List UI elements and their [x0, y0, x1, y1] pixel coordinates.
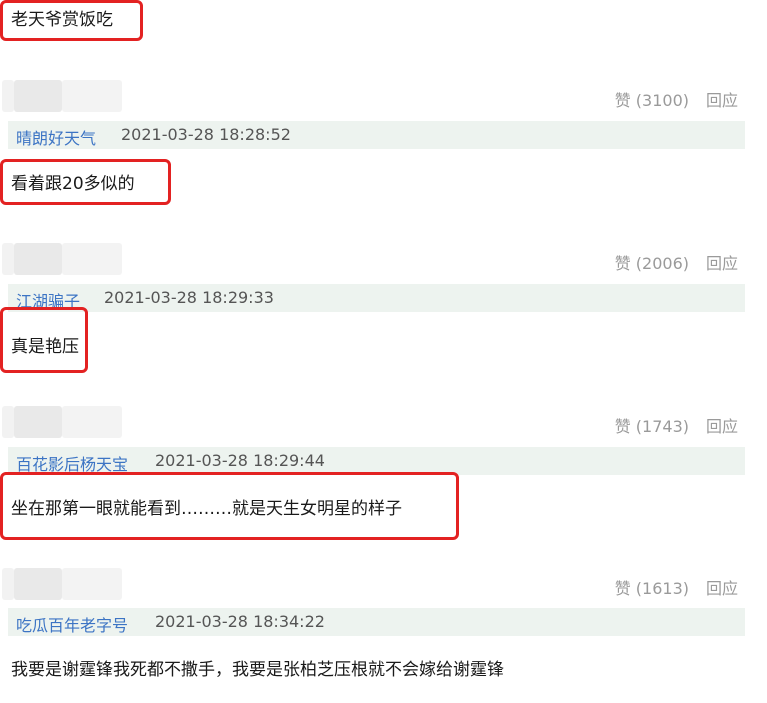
username-link[interactable]: 吃瓜百年老字号 — [16, 612, 128, 636]
comment-actions: 赞 (3100) 回应 — [0, 87, 745, 111]
comment-meta-bar: 吃瓜百年老字号 2021-03-28 18:34:22 — [8, 608, 745, 636]
comment-text: 老天爷赏饭吃 — [11, 10, 113, 30]
comment-meta-bar: 百花影后杨天宝 2021-03-28 18:29:44 — [8, 447, 745, 475]
like-button[interactable]: 赞 (1743) — [615, 413, 689, 437]
username-link[interactable]: 晴朗好天气 — [16, 125, 96, 149]
comment-text: 看着跟20多似的 — [11, 174, 135, 194]
comment-text: 坐在那第一眼就能看到………就是天生女明星的样子 — [11, 499, 402, 519]
comment-timestamp: 2021-03-28 18:29:44 — [155, 451, 325, 470]
comment-timestamp: 2021-03-28 18:28:52 — [121, 125, 291, 144]
comment-text: 真是艳压 — [11, 337, 79, 357]
reply-button[interactable]: 回应 — [706, 413, 738, 437]
like-button[interactable]: 赞 (1613) — [615, 575, 689, 599]
comment-actions: 赞 (2006) 回应 — [0, 250, 745, 274]
comment-text: 我要是谢霆锋我死都不撒手，我要是张柏芝压根就不会嫁给谢霆锋 — [11, 660, 504, 680]
comment-timestamp: 2021-03-28 18:29:33 — [104, 288, 274, 307]
reply-button[interactable]: 回应 — [706, 575, 738, 599]
reply-button[interactable]: 回应 — [706, 87, 738, 111]
comment-timestamp: 2021-03-28 18:34:22 — [155, 612, 325, 631]
reply-button[interactable]: 回应 — [706, 250, 738, 274]
comment-actions: 赞 (1743) 回应 — [0, 413, 745, 437]
comment-meta-bar: 江湖骗子 2021-03-28 18:29:33 — [8, 284, 745, 312]
comment-meta-bar: 晴朗好天气 2021-03-28 18:28:52 — [8, 121, 745, 149]
like-button[interactable]: 赞 (2006) — [615, 250, 689, 274]
comment-actions: 赞 (1613) 回应 — [0, 575, 745, 599]
like-button[interactable]: 赞 (3100) — [615, 87, 689, 111]
